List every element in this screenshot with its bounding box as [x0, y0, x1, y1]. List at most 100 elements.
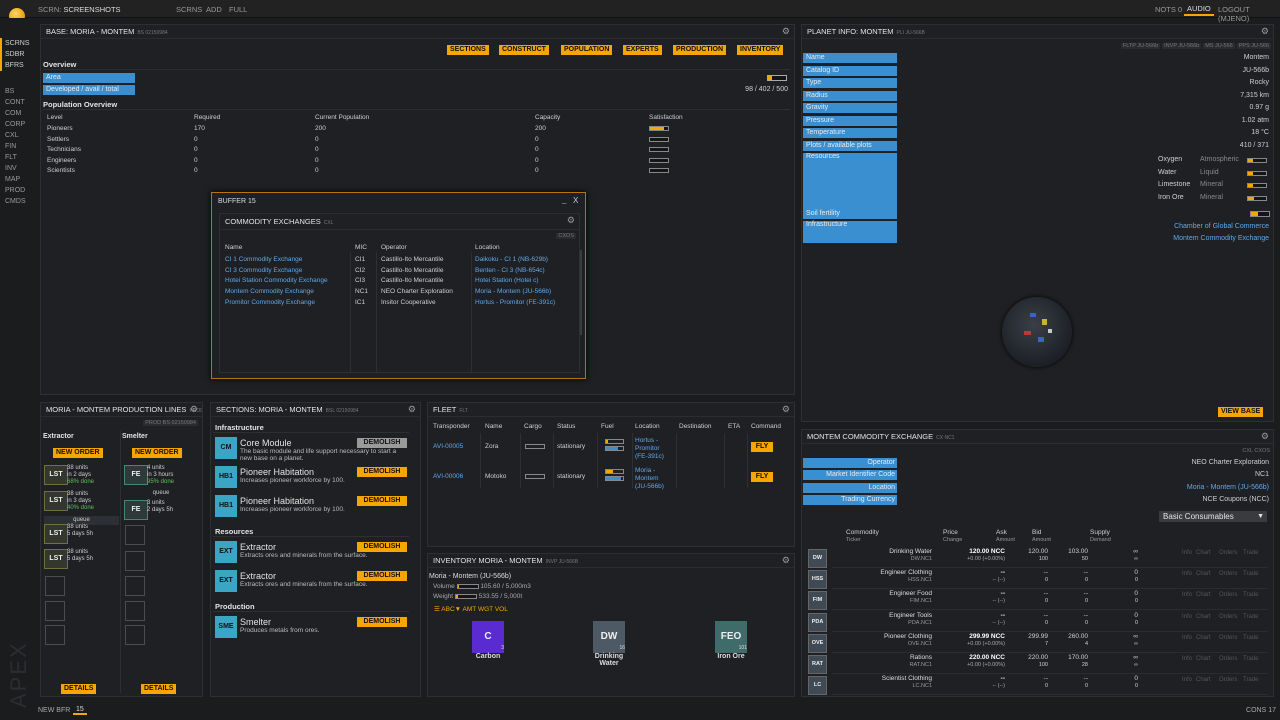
- empty-slot[interactable]: [45, 576, 65, 596]
- product-tile-fe[interactable]: FE: [124, 500, 148, 520]
- cx-action-orders-link[interactable]: Orders: [1219, 677, 1237, 683]
- cx-shortcuts[interactable]: CXL CXOS: [1242, 448, 1270, 454]
- gear-icon[interactable]: ⚙: [567, 215, 575, 226]
- buffer-tab[interactable]: 15: [73, 706, 87, 715]
- infra-link-cx[interactable]: Montem Commodity Exchange: [1173, 235, 1269, 242]
- commodity-icon-ove[interactable]: OVE: [808, 633, 827, 653]
- gear-icon[interactable]: ⚙: [190, 404, 198, 415]
- cx-action-trade-link[interactable]: Trade: [1243, 677, 1258, 683]
- infra-link-cogc[interactable]: Chamber of Global Commerce: [1174, 223, 1269, 230]
- nav-item-map[interactable]: MAP: [0, 174, 34, 185]
- empty-slot[interactable]: [125, 601, 145, 621]
- base-production-button[interactable]: PRODUCTION: [673, 45, 727, 55]
- demolish-button[interactable]: DEMOLISH: [357, 542, 407, 552]
- planet-shortcut[interactable]: INVP JU-566b: [1162, 43, 1202, 49]
- tab-full[interactable]: FULL: [229, 5, 247, 14]
- prod-shortcuts[interactable]: PROD BS 02150984: [143, 420, 198, 426]
- tab-scrns[interactable]: SCRNS: [176, 5, 202, 14]
- empty-slot[interactable]: [45, 601, 65, 621]
- cx-location-link[interactable]: Benten - CI 3 (NB-654c): [475, 267, 545, 274]
- nav-item-prod[interactable]: PROD: [0, 185, 34, 196]
- cx-action-trade-link[interactable]: Trade: [1243, 635, 1258, 641]
- base-population-button[interactable]: POPULATION: [561, 45, 613, 55]
- ship-location-link[interactable]: Hortus -: [635, 437, 658, 444]
- cx-action-orders-link[interactable]: Orders: [1219, 635, 1237, 641]
- product-tile-fe[interactable]: FE: [124, 465, 148, 485]
- cx-action-trade-link[interactable]: Trade: [1243, 571, 1258, 577]
- cx-action-chart-link[interactable]: Chart: [1196, 571, 1211, 577]
- base-sections-button[interactable]: SECTIONS: [447, 45, 489, 55]
- demolish-button[interactable]: DEMOLISH: [357, 496, 407, 506]
- cx-action-orders-link[interactable]: Orders: [1219, 550, 1237, 556]
- planet-globe[interactable]: [1002, 297, 1072, 367]
- cx-location-link[interactable]: Daikoku - CI 1 (NB-629b): [475, 256, 548, 263]
- extractor-details-button[interactable]: DETAILS: [61, 684, 97, 694]
- scrollbar[interactable]: [580, 250, 582, 335]
- view-base-button[interactable]: VIEW BASE: [1218, 407, 1264, 417]
- gear-icon[interactable]: ⚙: [1261, 431, 1269, 442]
- ship-location-link[interactable]: (FE-391c): [635, 453, 664, 460]
- cx-action-info-link[interactable]: Info: [1182, 656, 1192, 662]
- building-icon-hb1[interactable]: HB1: [215, 466, 237, 488]
- ship-transponder-link[interactable]: AVI-00006: [433, 473, 463, 480]
- cx-action-trade-link[interactable]: Trade: [1243, 656, 1258, 662]
- commodity-icon-lc[interactable]: LC: [808, 676, 827, 696]
- fly-button[interactable]: FLY: [751, 472, 773, 482]
- commodity-icon-fim[interactable]: FIM: [808, 591, 827, 611]
- commodity-icon-dw[interactable]: DW: [808, 549, 827, 568]
- nav-item-bfrs[interactable]: BFRS: [0, 60, 34, 71]
- empty-slot[interactable]: [45, 625, 65, 645]
- notifications-button[interactable]: NOTS 0: [1155, 5, 1182, 14]
- empty-slot[interactable]: [125, 625, 145, 645]
- cx-name-link[interactable]: CI 3 Commodity Exchange: [225, 267, 302, 274]
- cx-action-orders-link[interactable]: Orders: [1219, 614, 1237, 620]
- smelter-details-button[interactable]: DETAILS: [141, 684, 177, 694]
- demolish-button[interactable]: DEMOLISH: [357, 571, 407, 581]
- product-tile-lst[interactable]: LST: [44, 465, 68, 485]
- gear-icon[interactable]: ⚙: [408, 404, 416, 415]
- demolish-button[interactable]: DEMOLISH: [357, 438, 407, 448]
- cx-action-chart-link[interactable]: Chart: [1196, 635, 1211, 641]
- close-button[interactable]: X: [573, 196, 578, 205]
- new-buffer-button[interactable]: NEW BFR: [38, 707, 70, 714]
- cx-action-info-link[interactable]: Info: [1182, 614, 1192, 620]
- demolish-button[interactable]: DEMOLISH: [357, 617, 407, 627]
- product-tile-lst[interactable]: LST: [44, 524, 68, 544]
- tab-add[interactable]: ADD: [206, 5, 222, 14]
- nav-item-corp[interactable]: CORP: [0, 119, 34, 130]
- cx-action-trade-link[interactable]: Trade: [1243, 614, 1258, 620]
- nav-item-flt[interactable]: FLT: [0, 152, 34, 163]
- planet-shortcut[interactable]: FLTP JU-566b: [1120, 43, 1161, 49]
- building-icon-ext[interactable]: EXT: [215, 541, 237, 563]
- nav-item-cont[interactable]: CONT: [0, 97, 34, 108]
- nav-item-sdbr[interactable]: SDBR: [0, 49, 34, 60]
- cx-name-link[interactable]: CI 1 Commodity Exchange: [225, 256, 302, 263]
- cx-action-orders-link[interactable]: Orders: [1219, 592, 1237, 598]
- inventory-sort-bar[interactable]: ☰ ABC▼ AMT WGT VOL: [434, 605, 508, 613]
- demolish-button[interactable]: DEMOLISH: [357, 467, 407, 477]
- ship-location-link[interactable]: Moria -: [635, 467, 655, 474]
- ship-transponder-link[interactable]: AVI-00005: [433, 443, 463, 450]
- nav-item-fin[interactable]: FIN: [0, 141, 34, 152]
- cx-action-chart-link[interactable]: Chart: [1196, 592, 1211, 598]
- gear-icon[interactable]: ⚙: [782, 404, 790, 415]
- commodity-icon-pda[interactable]: PDA: [808, 612, 827, 632]
- nav-item-cxl[interactable]: CXL: [0, 130, 34, 141]
- planet-shortcut[interactable]: PPS JU-566: [1236, 43, 1271, 49]
- logout-button[interactable]: LOGOUT (MJENO): [1218, 5, 1280, 23]
- ship-location-link[interactable]: Promitor: [635, 445, 660, 452]
- cx-action-chart-link[interactable]: Chart: [1196, 656, 1211, 662]
- fly-button[interactable]: FLY: [751, 442, 773, 452]
- gear-icon[interactable]: ⚙: [1261, 26, 1269, 37]
- cx-action-chart-link[interactable]: Chart: [1196, 550, 1211, 556]
- cx-name-link[interactable]: Hotei Station Commodity Exchange: [225, 277, 328, 284]
- cxos-shortcut[interactable]: CXOS: [556, 233, 576, 239]
- cx-location-link[interactable]: Hortus - Promitor (FE-391c): [475, 299, 555, 306]
- console-button[interactable]: CONS 17: [1246, 707, 1276, 714]
- planet-shortcut[interactable]: MS JU-566: [1203, 43, 1235, 49]
- nav-item-inv[interactable]: INV: [0, 163, 34, 174]
- cx-action-info-link[interactable]: Info: [1182, 677, 1192, 683]
- cx-action-trade-link[interactable]: Trade: [1243, 550, 1258, 556]
- gear-icon[interactable]: ⚙: [782, 26, 790, 37]
- cx-info-value[interactable]: Moria - Montem (JU-566b): [1187, 484, 1269, 491]
